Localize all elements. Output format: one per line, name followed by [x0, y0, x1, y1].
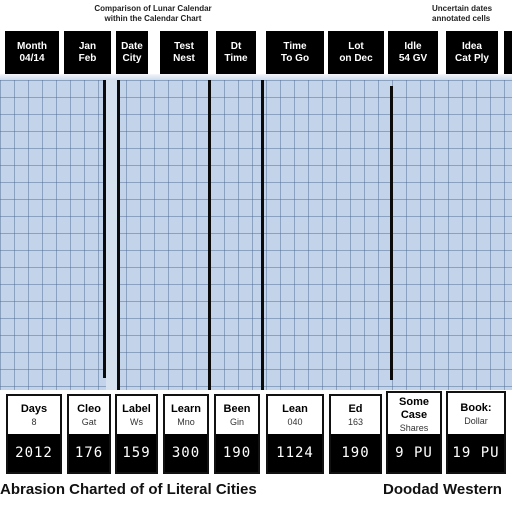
summary-label: Days: [20, 403, 48, 415]
header-cell-line: Idle: [404, 40, 422, 52]
column-divider: [117, 80, 120, 390]
header-cell[interactable]: Dt Time: [216, 31, 256, 74]
header-cell[interactable]: Idle 54 GV: [388, 31, 438, 74]
header-cell-line: Idea: [461, 40, 482, 52]
summary-sublabel: 040: [287, 417, 303, 427]
column-divider: [103, 80, 106, 378]
summary-label: Some Case: [399, 395, 429, 421]
header-cell-line: Feb: [78, 52, 97, 64]
summary-value: 19 PU: [448, 434, 504, 472]
chart-subtitle-right: Uncertain dates annotated cells: [432, 4, 512, 24]
subtitle-line-2: annotated cells: [432, 14, 491, 23]
header-cell[interactable]: Time To Go: [266, 31, 324, 74]
header-cell-line: Date: [121, 40, 143, 52]
subtitle-line-1: Uncertain dates: [432, 4, 493, 13]
summary-value: 190: [216, 434, 258, 472]
header-cell-line: Time: [224, 52, 248, 64]
summary-label: Label: [122, 403, 151, 415]
header-row: Month 04/14 Jan Feb Date City Test Nest Dt Ti…: [0, 31, 512, 74]
header-cell[interactable]: Jan Feb: [64, 31, 111, 74]
header-cell-line: Nest: [173, 52, 195, 64]
header-cell-line: Dt: [230, 40, 242, 52]
column-divider: [390, 86, 393, 380]
summary-label: Been: [223, 403, 251, 415]
summary-cell[interactable]: Been Gin 190: [214, 394, 260, 474]
header-cell[interactable]: Test Nest: [160, 31, 208, 74]
column-divider: [261, 80, 264, 390]
summary-sublabel: 8: [31, 417, 37, 427]
summary-cell[interactable]: Lean 040 1124: [266, 394, 324, 474]
header-cell-edge: [504, 31, 512, 74]
chart-title-line-1: Comparison of Lunar Calendar: [94, 4, 212, 13]
header-cell[interactable]: Idea Cat Ply: [446, 31, 498, 74]
summary-cell[interactable]: Days 8 2012: [6, 394, 62, 474]
summary-value: 1124: [268, 434, 322, 472]
header-cell-line: Cat Ply: [455, 52, 489, 64]
summary-sublabel: Shares: [399, 422, 429, 433]
header-cell-line: Test: [174, 40, 194, 52]
summary-value: 9 PU: [388, 434, 440, 472]
summary-cell[interactable]: Book: Dollar 19 PU: [446, 391, 506, 474]
summary-label: Lean: [282, 403, 308, 415]
header-cell-line: Time: [283, 40, 307, 52]
summary-label: Ed: [348, 403, 363, 415]
summary-sublabel: Mno: [177, 417, 195, 427]
summary-value: 190: [331, 434, 380, 472]
summary-cell[interactable]: Ed 163 190: [329, 394, 382, 474]
summary-value: 2012: [8, 434, 60, 472]
summary-sublabel: 163: [347, 417, 364, 427]
column-divider: [208, 80, 211, 390]
header-cell-line: Jan: [78, 40, 97, 52]
header-cell-line: Lot: [348, 40, 364, 52]
footer-caption-right: Doodad Western: [383, 481, 502, 498]
calendar-grid[interactable]: [0, 80, 512, 390]
header-cell-line: 54 GV: [398, 52, 428, 64]
summary-label: Learn: [171, 403, 201, 415]
header-cell[interactable]: Month 04/14: [5, 31, 59, 74]
header-cell-line: Month: [17, 40, 47, 52]
summary-label: Cleo: [77, 403, 101, 415]
summary-cell[interactable]: Learn Mno 300: [163, 394, 209, 474]
header-cell-line: 04/14: [19, 52, 45, 64]
header-cell[interactable]: Date City: [116, 31, 148, 74]
summary-value: 176: [69, 434, 109, 472]
summary-sublabel: Gat: [81, 417, 97, 427]
summary-cell[interactable]: Some Case Shares 9 PU: [386, 391, 442, 474]
header-cell-line: To Go: [280, 52, 310, 64]
header-cell[interactable]: Lot on Dec: [328, 31, 384, 74]
header-cell-line: City: [122, 52, 142, 64]
summary-value: 300: [165, 434, 207, 472]
summary-cell[interactable]: Cleo Gat 176: [67, 394, 111, 474]
header-cell-line: on Dec: [339, 52, 373, 64]
summary-sublabel: Gin: [229, 417, 244, 427]
chart-title-line-2: within the Calendar Chart: [104, 14, 202, 23]
summary-value: 159: [117, 434, 156, 472]
summary-label: Book:: [460, 402, 492, 414]
summary-cell[interactable]: Label Ws 159: [115, 394, 158, 474]
chart-title: Comparison of Lunar Calendar within the …: [78, 4, 228, 24]
summary-sublabel: Ws: [130, 417, 143, 427]
summary-sublabel: Dollar: [464, 416, 488, 426]
footer-caption-left: Abrasion Charted of of Literal Cities: [0, 481, 257, 498]
